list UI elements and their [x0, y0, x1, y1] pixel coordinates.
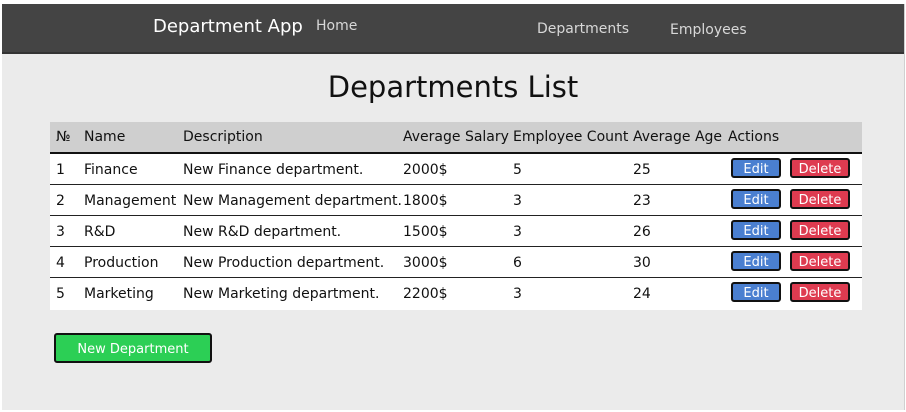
header-name: Name	[84, 129, 126, 145]
row-num: 4	[56, 255, 65, 271]
table-row: 1 Finance New Finance department. 2000$ …	[50, 154, 862, 185]
edit-button[interactable]: Edit	[731, 282, 781, 302]
row-num: 5	[56, 286, 65, 302]
row-employee-count: 6	[513, 255, 522, 271]
edit-button[interactable]: Edit	[731, 158, 781, 178]
row-description: New Marketing department.	[183, 286, 380, 302]
row-description: New Production department.	[183, 255, 385, 271]
new-department-button[interactable]: New Department	[54, 333, 212, 363]
row-name: Finance	[84, 162, 138, 178]
delete-button[interactable]: Delete	[790, 189, 850, 209]
app-window: Department App Home Departments Employee…	[2, 4, 905, 410]
header-average-age: Average Age	[633, 129, 723, 145]
row-num: 1	[56, 162, 65, 178]
table-row: 3 R&D New R&D department. 1500$ 3 26 Edi…	[50, 216, 862, 247]
row-average-salary: 1800$	[403, 193, 448, 209]
navbar: Department App Home Departments Employee…	[2, 4, 904, 54]
row-average-age: 25	[633, 162, 651, 178]
header-average-salary: Average Salary	[403, 129, 509, 145]
brand-link[interactable]: Department App	[153, 16, 303, 37]
row-employee-count: 3	[513, 224, 522, 240]
row-name: R&D	[84, 224, 116, 240]
table-header: № Name Description Average Salary Employ…	[50, 122, 862, 154]
row-employee-count: 5	[513, 162, 522, 178]
row-average-salary: 2200$	[403, 286, 448, 302]
row-average-salary: 2000$	[403, 162, 448, 178]
table-row: 5 Marketing New Marketing department. 22…	[50, 278, 862, 310]
row-employee-count: 3	[513, 193, 522, 209]
row-description: New Management department.	[183, 193, 402, 209]
header-num: №	[56, 129, 71, 145]
table-row: 4 Production New Production department. …	[50, 247, 862, 278]
row-name: Marketing	[84, 286, 154, 302]
delete-button[interactable]: Delete	[790, 251, 850, 271]
row-num: 3	[56, 224, 65, 240]
header-employee-count: Employee Count	[513, 129, 629, 145]
row-average-age: 26	[633, 224, 651, 240]
departments-table: № Name Description Average Salary Employ…	[50, 122, 862, 310]
edit-button[interactable]: Edit	[731, 220, 781, 240]
row-average-age: 23	[633, 193, 651, 209]
nav-home-link[interactable]: Home	[316, 18, 357, 34]
row-name: Production	[84, 255, 159, 271]
header-description: Description	[183, 129, 263, 145]
header-actions: Actions	[728, 129, 780, 145]
delete-button[interactable]: Delete	[790, 282, 850, 302]
row-name: Management	[84, 193, 177, 209]
edit-button[interactable]: Edit	[731, 251, 781, 271]
row-description: New R&D department.	[183, 224, 342, 240]
row-num: 2	[56, 193, 65, 209]
row-average-age: 30	[633, 255, 651, 271]
row-average-salary: 1500$	[403, 224, 448, 240]
table-row: 2 Management New Management department. …	[50, 185, 862, 216]
nav-employees-link[interactable]: Employees	[670, 22, 747, 38]
nav-departments-link[interactable]: Departments	[537, 21, 629, 37]
page-title: Departments List	[327, 70, 579, 104]
row-description: New Finance department.	[183, 162, 364, 178]
row-employee-count: 3	[513, 286, 522, 302]
delete-button[interactable]: Delete	[790, 220, 850, 240]
edit-button[interactable]: Edit	[731, 189, 781, 209]
row-average-age: 24	[633, 286, 651, 302]
row-average-salary: 3000$	[403, 255, 448, 271]
delete-button[interactable]: Delete	[790, 158, 850, 178]
